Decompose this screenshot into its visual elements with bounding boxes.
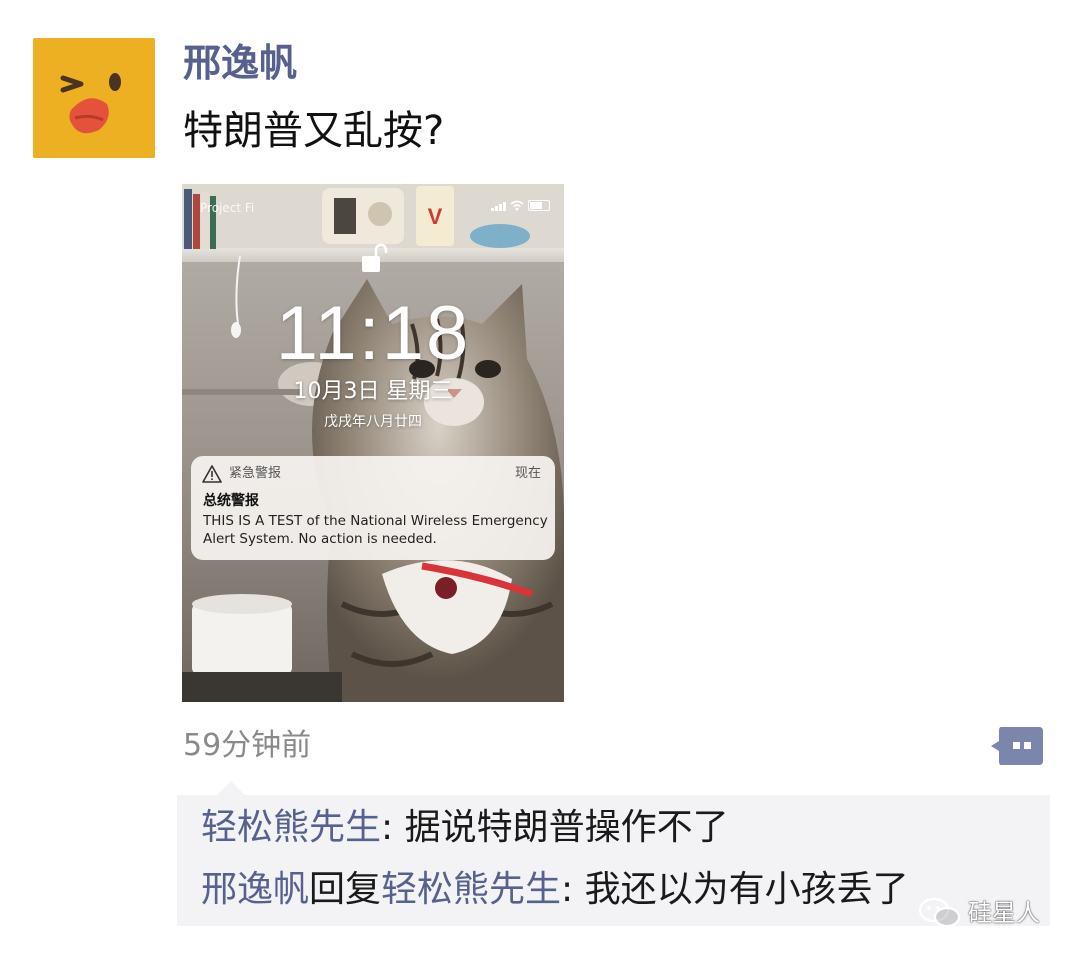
notification-time: 现在 (514, 466, 541, 481)
lockscreen-date: 10月3日 星期三 (293, 379, 453, 404)
wechat-logo-icon (918, 897, 961, 928)
post-image[interactable]: V Project Fi 11:18 10月3日 星期三 戊戌年八月廿四 紧急警… (182, 184, 564, 702)
battery-icon (528, 200, 550, 211)
duck-face-icon (33, 38, 155, 158)
carrier-label: Project Fi (200, 201, 255, 215)
notification-title: 总统警报 (203, 493, 259, 509)
post-author[interactable]: 邢逸帆 (183, 38, 297, 88)
comment-text: 我还以为有小孩丢了 (584, 869, 909, 910)
comment-menu-icon[interactable] (991, 727, 1043, 765)
signal-icon (491, 201, 506, 211)
avatar[interactable] (33, 38, 155, 158)
post-text: 特朗普又乱按? (183, 108, 445, 154)
emergency-alert-notification[interactable]: 紧急警报 现在 总统警报 THIS IS A TEST of the Natio… (191, 456, 555, 560)
lockscreen-clock: 11:18 (275, 291, 471, 376)
comment-text: 据说特朗普操作不了 (404, 807, 729, 848)
comment-item[interactable]: 轻松熊先生: 据说特朗普操作不了 (201, 803, 729, 853)
notification-app-name: 紧急警报 (229, 466, 282, 481)
comment-item[interactable]: 邢逸帆回复轻松熊先生: 我还以为有小孩丢了 (201, 865, 909, 915)
status-icons (491, 200, 550, 211)
comment-reply-target[interactable]: 轻松熊先生 (381, 869, 561, 910)
svg-text:V: V (428, 204, 443, 229)
watermark: 硅星人 (918, 893, 1040, 933)
comment-separator: : (381, 807, 405, 848)
notification-body: THIS IS A TEST of the National Wireless … (203, 513, 548, 547)
lockscreen-lunar-date: 戊戌年八月廿四 (324, 414, 422, 430)
unlocked-padlock-icon (362, 243, 388, 272)
comment-reply-word: 回复 (309, 869, 382, 910)
warning-triangle-icon (202, 465, 222, 483)
watermark-text: 硅星人 (968, 899, 1040, 927)
post-timestamp: 59分钟前 (183, 728, 312, 763)
wifi-icon (510, 200, 524, 211)
comment-author[interactable]: 轻松熊先生 (201, 807, 381, 848)
comment-separator: : (561, 869, 585, 910)
comment-author[interactable]: 邢逸帆 (201, 869, 309, 910)
